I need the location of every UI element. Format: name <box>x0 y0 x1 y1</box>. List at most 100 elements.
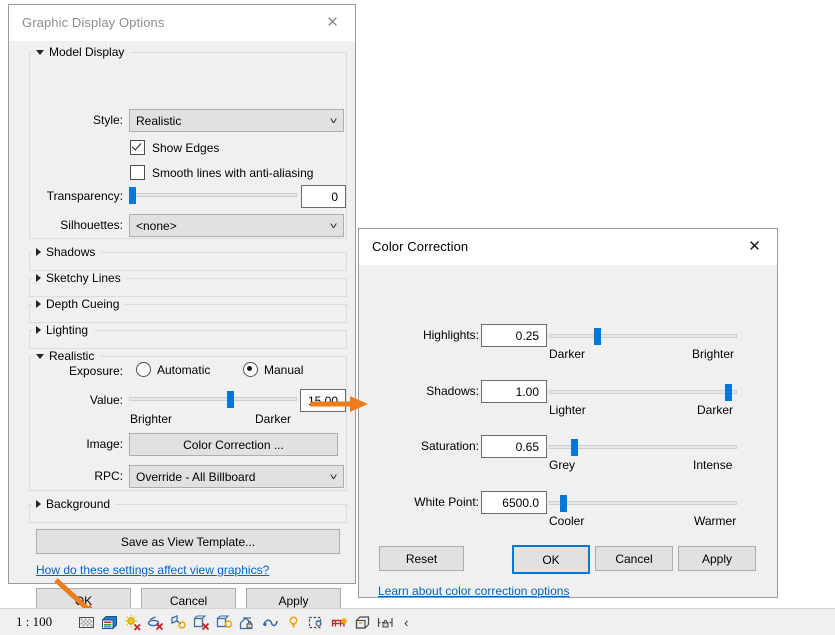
section-label: Shadows <box>46 245 96 259</box>
section-label: Sketchy Lines <box>46 271 121 285</box>
slider-thumb[interactable] <box>560 495 567 512</box>
section-label: Model Display <box>49 45 125 59</box>
slider-thumb[interactable] <box>227 391 234 408</box>
chevron-down-icon: ˅ <box>330 471 338 482</box>
silhouettes-value: <none> <box>136 218 177 233</box>
highlights-input[interactable]: 0.25 <box>481 324 547 347</box>
shadows-input[interactable]: 1.00 <box>481 380 547 403</box>
graphic-display-options-dialog: Graphic Display Options ✕ Model Display … <box>8 4 356 613</box>
crop-region-lock-icon[interactable] <box>239 614 256 631</box>
color-correction-dialog: Color Correction ✕ Highlights: 0.25 Dark… <box>358 228 778 598</box>
reset-button[interactable]: Reset <box>379 546 464 571</box>
reset-label: Reset <box>405 551 438 566</box>
slider-thumb[interactable] <box>594 328 601 345</box>
saturation-max-label: Intense <box>693 458 733 472</box>
temporary-hide-isolate-icon[interactable] <box>262 614 279 631</box>
rpc-combobox[interactable]: Override - All Billboard ˅ <box>129 465 344 488</box>
shadows-slider[interactable] <box>549 383 737 401</box>
slider-track <box>129 397 297 401</box>
checkbox-box <box>130 140 145 155</box>
exposure-automatic-radio[interactable]: Automatic <box>136 362 210 377</box>
saturation-label: Saturation: <box>420 439 479 453</box>
slider-track <box>129 193 297 197</box>
hidden-line-pattern-icon[interactable] <box>78 614 95 631</box>
slider-track <box>549 390 737 394</box>
highlights-max-label: Brighter <box>692 347 735 361</box>
exposure-value-slider[interactable] <box>129 390 297 408</box>
rendering-light-icon[interactable] <box>170 614 187 631</box>
section-label: Realistic <box>49 349 95 363</box>
chevron-right-icon <box>36 500 41 508</box>
saturation-input[interactable]: 0.65 <box>481 435 547 458</box>
section-header-background[interactable]: Background <box>32 497 117 511</box>
visual-style-cube-icon[interactable] <box>101 614 118 631</box>
analytical-model-icon[interactable] <box>331 614 348 631</box>
section-header-model-display[interactable]: Model Display <box>32 45 131 59</box>
chevron-right-icon <box>36 248 41 256</box>
slider-thumb[interactable] <box>129 187 136 204</box>
saturation-slider[interactable] <box>549 438 737 456</box>
radio-circle <box>136 362 151 377</box>
shadows-off-icon[interactable] <box>147 614 164 631</box>
highlights-min-label: Darker <box>549 347 586 361</box>
cancel-button[interactable]: Cancel <box>595 546 673 571</box>
transparency-slider[interactable] <box>129 186 297 204</box>
highlights-label: Highlights: <box>422 328 479 342</box>
style-combobox[interactable]: Realistic ˅ <box>129 109 344 132</box>
radio-circle <box>243 362 258 377</box>
slider-thumb[interactable] <box>571 439 578 456</box>
sketchy-lines-off-icon[interactable] <box>193 614 210 631</box>
white-point-slider[interactable] <box>549 494 737 512</box>
chevron-right-icon <box>36 300 41 308</box>
saturation-min-label: Grey <box>549 458 576 472</box>
white-point-input[interactable]: 6500.0 <box>481 491 547 514</box>
section-label: Background <box>46 497 111 511</box>
geometry-box-icon[interactable] <box>354 614 371 631</box>
ok-label: OK <box>74 593 93 608</box>
value-value: 15.00 <box>307 393 338 408</box>
shadows-label: Shadows: <box>426 384 479 398</box>
apply-button[interactable]: Apply <box>678 546 756 571</box>
close-icon[interactable]: ✕ <box>732 230 777 264</box>
sun-path-off-icon[interactable] <box>124 614 141 631</box>
section-header-depth-cueing[interactable]: Depth Cueing <box>32 297 126 311</box>
save-as-view-template-button[interactable]: Save as View Template... <box>36 529 340 554</box>
style-label: Style: <box>92 113 123 127</box>
slider-thumb[interactable] <box>725 384 732 401</box>
reveal-hidden-elements-icon[interactable] <box>285 614 302 631</box>
exposure-manual-radio[interactable]: Manual <box>243 362 303 377</box>
section-header-lighting[interactable]: Lighting <box>32 323 95 337</box>
section-header-sketchy-lines[interactable]: Sketchy Lines <box>32 271 127 285</box>
shadows-value: 1.00 <box>515 384 539 399</box>
chevron-down-icon <box>36 353 44 359</box>
value-min-label: Brighter <box>130 412 173 426</box>
cc-body: Highlights: 0.25 Darker Brighter Shadows… <box>359 265 777 598</box>
exposure-value-input[interactable]: 15.00 <box>300 389 346 412</box>
view-scale-label: 1 : 100 <box>16 614 53 629</box>
rpc-label: RPC: <box>94 469 123 483</box>
section-label: Lighting <box>46 323 89 337</box>
cc-titlebar: Color Correction ✕ <box>359 229 777 265</box>
show-edges-label: Show Edges <box>152 140 220 155</box>
view-graphics-help-link[interactable]: How do these settings affect view graphi… <box>36 563 269 577</box>
section-header-realistic[interactable]: Realistic <box>32 349 101 363</box>
manual-label: Manual <box>264 362 304 377</box>
crop-view-icon[interactable] <box>308 614 325 631</box>
ok-button[interactable]: OK <box>512 545 590 574</box>
color-correction-help-link[interactable]: Learn about color correction options <box>378 584 569 598</box>
status-bar-more-button[interactable]: ‹ <box>404 615 408 630</box>
constraints-icon[interactable] <box>377 614 394 631</box>
highlights-slider[interactable] <box>549 327 737 345</box>
close-icon[interactable]: ✕ <box>310 6 355 40</box>
silhouettes-combobox[interactable]: <none> ˅ <box>129 214 344 237</box>
render-display-icon[interactable] <box>216 614 233 631</box>
smooth-lines-checkbox[interactable]: Smooth lines with anti-aliasing <box>130 165 313 180</box>
screen: Graphic Display Options ✕ Model Display … <box>0 0 835 635</box>
slider-track <box>549 501 737 505</box>
gdo-titlebar: Graphic Display Options ✕ <box>9 5 355 41</box>
cancel-label: Cancel <box>615 551 653 566</box>
color-correction-button[interactable]: Color Correction ... <box>129 433 338 456</box>
transparency-input[interactable]: 0 <box>301 185 346 208</box>
section-header-shadows[interactable]: Shadows <box>32 245 102 259</box>
show-edges-checkbox[interactable]: Show Edges <box>130 140 219 155</box>
